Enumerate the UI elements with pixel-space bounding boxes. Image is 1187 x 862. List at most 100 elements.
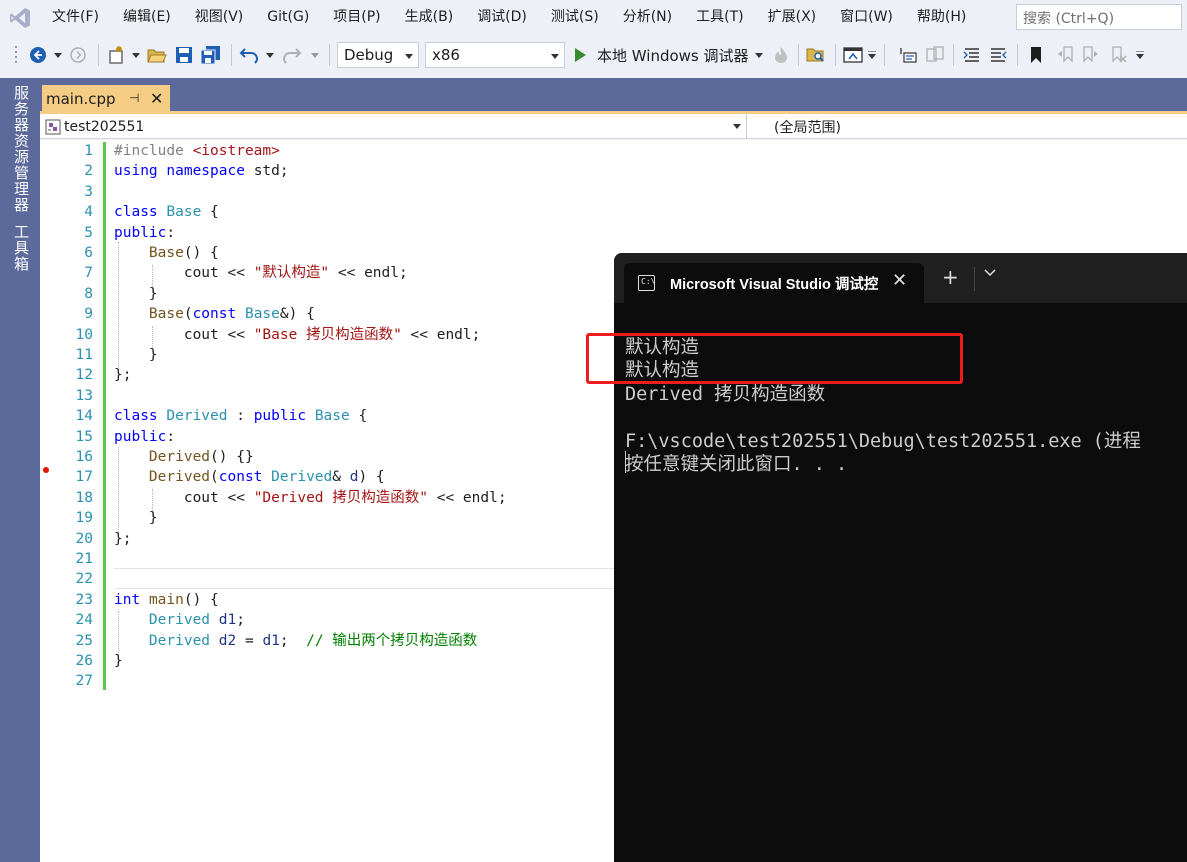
step-over-icon[interactable] (897, 35, 919, 75)
play-icon (575, 48, 586, 62)
console-line: F:\vscode\test202551\Debug\test202551.ex… (625, 430, 1141, 452)
console-titlebar: C:\ Microsoft Visual Studio 调试控 ✕ + (614, 253, 1187, 303)
forward-icon[interactable] (68, 35, 88, 75)
clear-bookmarks-icon[interactable] (1107, 35, 1129, 75)
tab-main-cpp[interactable]: main.cpp ⊣ ✕ (42, 85, 170, 112)
overflow-dropdown-icon[interactable] (866, 35, 878, 75)
line-number: 2 (84, 163, 93, 180)
comment-lines-icon[interactable] (961, 35, 983, 75)
run-dropdown-icon (754, 52, 763, 58)
menu-debug[interactable]: 调试(D) (465, 0, 539, 35)
line-number: 20 (75, 530, 93, 547)
visual-studio-logo-icon (0, 0, 40, 35)
platform-dropdown[interactable]: x86 (425, 42, 565, 68)
menu-bar: 文件(F) 编辑(E) 视图(V) Git(G) 项目(P) 生成(B) 调试(… (0, 0, 1187, 35)
undo-icon[interactable] (238, 35, 260, 75)
line-number: 8 (84, 285, 93, 302)
toolbar-separator (798, 44, 799, 66)
console-line: Derived 拷贝构造函数 (625, 383, 826, 405)
new-project-icon[interactable] (106, 35, 128, 75)
line-number: 5 (84, 224, 93, 241)
toolbar-grip-icon (14, 35, 20, 75)
toolbar-separator (329, 44, 330, 66)
line-number: 24 (75, 612, 93, 629)
redo-dropdown-icon[interactable] (309, 35, 321, 75)
redo-icon[interactable] (281, 35, 303, 75)
code-line: 8 } (40, 284, 620, 304)
line-number: 7 (84, 265, 93, 282)
chevron-down-icon[interactable] (984, 265, 996, 281)
chevron-down-icon (405, 54, 413, 59)
toolbar-separator (98, 44, 99, 66)
bookmark-icon[interactable] (1026, 35, 1046, 75)
find-in-files-icon[interactable] (805, 35, 827, 75)
new-tab-icon[interactable]: + (942, 267, 959, 287)
previous-bookmark-icon[interactable] (1054, 35, 1076, 75)
next-bookmark-icon[interactable] (1080, 35, 1102, 75)
console-line: 按任意键关闭此窗口. . . (625, 454, 848, 475)
code-line: 23 int main() { (40, 590, 620, 610)
start-debugging-button[interactable]: 本地 Windows 调试器 (573, 35, 769, 75)
line-number: 23 (75, 591, 93, 608)
code-line: 19 } (40, 508, 620, 528)
browser-link-icon[interactable] (842, 35, 864, 75)
toolbox-tab[interactable]: 工具箱 (8, 224, 32, 272)
code-line: 14 class Derived : public Base { (40, 406, 620, 426)
document-tab-strip: main.cpp ⊣ ✕ (40, 78, 1187, 112)
titlebar-separator (974, 267, 975, 291)
configuration-value: Debug (344, 46, 394, 64)
close-icon[interactable]: ✕ (150, 89, 163, 108)
console-tab[interactable]: C:\ Microsoft Visual Studio 调试控 ✕ (624, 263, 924, 303)
menu-extensions[interactable]: 扩展(X) (756, 0, 829, 35)
step-disabled-icon[interactable] (924, 35, 946, 75)
search-input[interactable]: 搜索 (Ctrl+Q) (1016, 4, 1182, 30)
toolbar-separator (835, 44, 836, 66)
undo-dropdown-icon[interactable] (264, 35, 276, 75)
open-folder-icon[interactable] (146, 35, 168, 75)
toolbar-overflow-icon[interactable] (1134, 35, 1146, 75)
menu-git[interactable]: Git(G) (255, 0, 321, 35)
console-icon: C:\ (638, 275, 655, 291)
save-all-icon[interactable] (199, 35, 223, 75)
menu-test[interactable]: 测试(S) (539, 0, 611, 35)
platform-value: x86 (432, 46, 460, 64)
code-line: 7 cout << "默认构造" << endl; (40, 263, 620, 283)
menu-help[interactable]: 帮助(H) (905, 0, 978, 35)
code-line: 16 Derived() {} (40, 447, 620, 467)
code-line: 11 } (40, 345, 620, 365)
line-number: 27 (75, 673, 93, 690)
toolbar-separator (231, 44, 232, 66)
menu-file[interactable]: 文件(F) (40, 0, 111, 35)
toolbar-separator (884, 44, 885, 66)
hot-reload-icon[interactable] (771, 35, 791, 75)
line-number: 25 (75, 632, 93, 649)
configuration-dropdown[interactable]: Debug (337, 42, 419, 68)
back-icon[interactable] (28, 35, 48, 75)
uncomment-lines-icon[interactable] (987, 35, 1009, 75)
line-number: 9 (84, 306, 93, 323)
menu-analyze[interactable]: 分析(N) (611, 0, 684, 35)
project-scope-dropdown[interactable]: test202551 (45, 116, 745, 137)
project-scope-value: test202551 (64, 118, 145, 135)
pin-icon[interactable]: ⊣ (129, 91, 139, 105)
code-line: 15 public: (40, 427, 620, 447)
close-icon[interactable]: ✕ (892, 270, 907, 291)
menu-build[interactable]: 生成(B) (393, 0, 466, 35)
save-icon[interactable] (173, 35, 195, 75)
member-scope-dropdown[interactable]: (全局范围) (774, 117, 841, 137)
server-explorer-tab[interactable]: 服务器资源管理器 (8, 85, 32, 213)
menu-view[interactable]: 视图(V) (183, 0, 256, 35)
menu-project[interactable]: 项目(P) (321, 0, 392, 35)
menu-tools[interactable]: 工具(T) (684, 0, 755, 35)
menu-edit[interactable]: 编辑(E) (111, 0, 183, 35)
line-number: 16 (75, 449, 93, 465)
toolbar-separator (953, 44, 954, 66)
navigation-bar: test202551 (全局范围) (40, 114, 1187, 139)
code-line: 12}; (40, 365, 620, 385)
line-number: 11 (75, 347, 93, 363)
new-dropdown-icon[interactable] (130, 35, 142, 75)
menu-window[interactable]: 窗口(W) (828, 0, 905, 35)
project-icon (45, 119, 61, 134)
code-line: 10 cout << "Base 拷贝构造函数" << endl; (40, 325, 620, 345)
back-dropdown-icon[interactable] (52, 35, 64, 75)
